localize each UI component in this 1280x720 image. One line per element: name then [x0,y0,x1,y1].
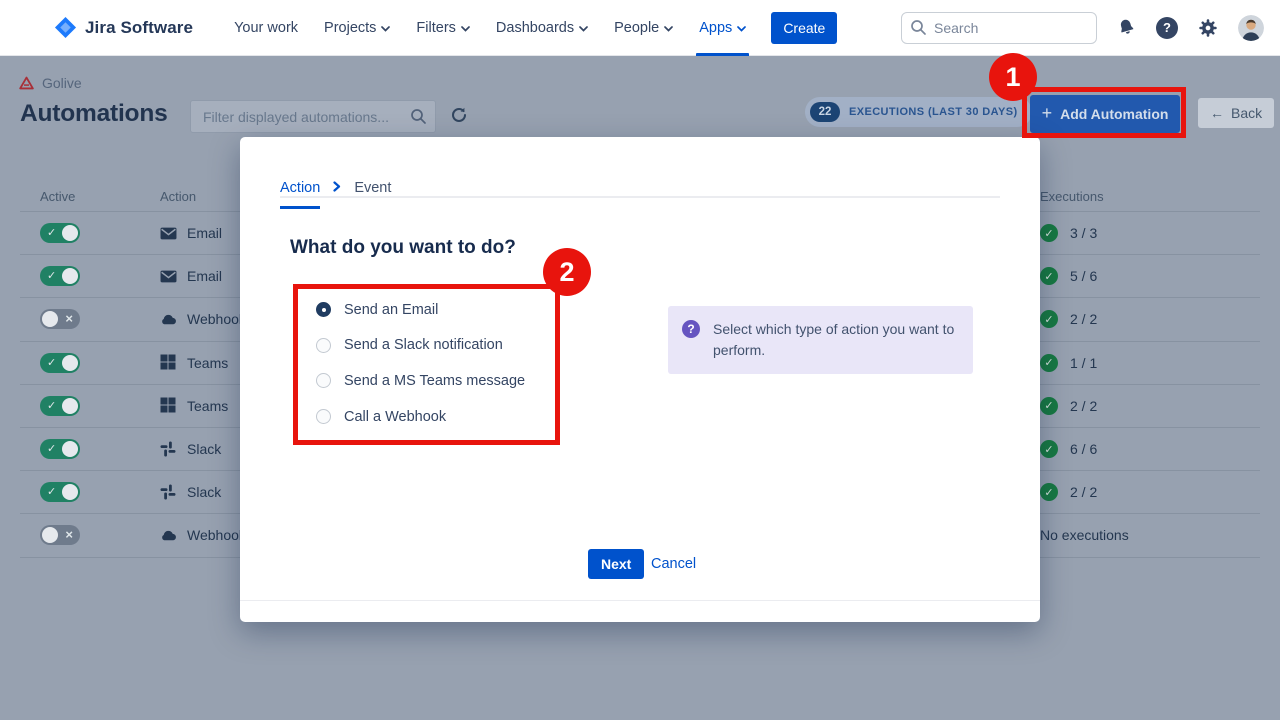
executions-value: 5 / 6 [1070,268,1097,284]
nav-menu: Your work Projects Filters Dashboards Pe… [221,0,837,56]
action-label: Webhook [187,311,246,327]
search-icon [910,19,927,36]
success-check-icon: ✓ [1040,224,1058,242]
brand-name: Jira Software [85,18,193,38]
active-toggle-on[interactable]: ✓ [40,482,80,502]
success-check-icon: ✓ [1040,354,1058,372]
modal-heading: What do you want to do? [290,237,516,259]
breadcrumb-label: Golive [42,75,82,91]
nav-item-your-work[interactable]: Your work [221,0,311,56]
success-check-icon: ✓ [1040,310,1058,328]
active-toggle-on[interactable]: ✓ [40,223,80,243]
success-check-icon: ✓ [1040,483,1058,501]
executions-value: 3 / 3 [1070,225,1097,241]
executions-summary-badge: 22 EXECUTIONS (LAST 30 DAYS) [805,97,1032,127]
executions-label: EXECUTIONS (LAST 30 DAYS) [849,106,1018,118]
column-header-active: Active [20,189,140,204]
active-toggle-on[interactable]: ✓ [40,266,80,286]
filter-box [190,100,436,133]
cancel-link[interactable]: Cancel [651,549,696,579]
chevron-right-icon [333,181,341,192]
email-icon [160,225,177,242]
success-check-icon: ✓ [1040,267,1058,285]
modal-footer-divider [240,600,1040,601]
left-arrow-icon: ← [1210,105,1224,121]
executions-count: 22 [810,102,840,122]
jira-diamond-icon [54,16,77,39]
nav-item-dashboards[interactable]: Dashboards [483,0,601,56]
annotation-box-add-automation [1022,87,1186,138]
email-icon [160,268,177,285]
annotation-step-2: 2 [543,248,591,296]
active-toggle-on[interactable]: ✓ [40,353,80,373]
search-icon [410,108,427,125]
executions-value: 2 / 2 [1070,311,1097,327]
success-check-icon: ✓ [1040,440,1058,458]
annotation-step-1: 1 [989,53,1037,101]
chevron-down-icon [664,26,673,32]
refresh-icon[interactable] [450,106,468,124]
breadcrumb[interactable]: Golive [19,75,82,91]
active-toggle-on[interactable]: ✓ [40,439,80,459]
tab-action[interactable]: Action [280,180,320,207]
jira-automations-screen: Jira Software Your work Projects Filters… [0,0,1280,720]
nav-item-people[interactable]: People [601,0,686,56]
jira-logo[interactable]: Jira Software [54,16,193,39]
chevron-down-icon [381,26,390,32]
action-label: Email [187,225,222,241]
help-callout: ? Select which type of action you want t… [668,306,973,374]
user-avatar[interactable] [1238,15,1264,41]
nav-item-projects[interactable]: Projects [311,0,403,56]
action-label: Webhook [187,527,246,543]
help-icon[interactable]: ? [1156,17,1178,39]
webhook-cloud-icon [160,527,177,544]
filter-automations-input[interactable] [190,100,436,133]
search-input[interactable] [901,12,1097,44]
executions-value: 2 / 2 [1070,484,1097,500]
settings-gear-icon[interactable] [1197,17,1219,39]
active-toggle-off[interactable]: × [40,309,80,329]
action-label: Email [187,268,222,284]
global-search [901,12,1097,44]
annotation-box-action-options [293,284,560,445]
top-nav: Jira Software Your work Projects Filters… [0,0,1280,56]
slack-icon [160,441,177,458]
active-toggle-off[interactable]: × [40,525,80,545]
slack-icon [160,484,177,501]
tabs-divider [280,196,1000,198]
action-label: Slack [187,441,221,457]
create-button[interactable]: Create [771,12,837,44]
action-label: Slack [187,484,221,500]
page-title: Automations [20,100,168,128]
teams-icon [160,354,177,371]
success-check-icon: ✓ [1040,397,1058,415]
active-toggle-on[interactable]: ✓ [40,396,80,416]
nav-item-filters[interactable]: Filters [403,0,482,56]
golive-logo-icon [19,76,34,90]
chevron-down-icon [737,26,746,32]
chevron-down-icon [461,26,470,32]
next-button[interactable]: Next [588,549,644,579]
nav-item-apps[interactable]: Apps [686,0,759,56]
webhook-cloud-icon [160,311,177,328]
question-icon: ? [682,320,700,338]
executions-value: No executions [1040,527,1129,543]
help-text: Select which type of action you want to … [713,319,959,361]
executions-value: 6 / 6 [1070,441,1097,457]
executions-value: 1 / 1 [1070,355,1097,371]
action-label: Teams [187,398,228,414]
notifications-bell-icon[interactable] [1116,17,1137,38]
tab-event[interactable]: Event [354,180,391,207]
chevron-down-icon [579,26,588,32]
action-label: Teams [187,355,228,371]
teams-icon [160,397,177,414]
column-header-executions: Executions [1020,189,1260,204]
executions-value: 2 / 2 [1070,398,1097,414]
back-button[interactable]: ← Back [1198,98,1274,128]
